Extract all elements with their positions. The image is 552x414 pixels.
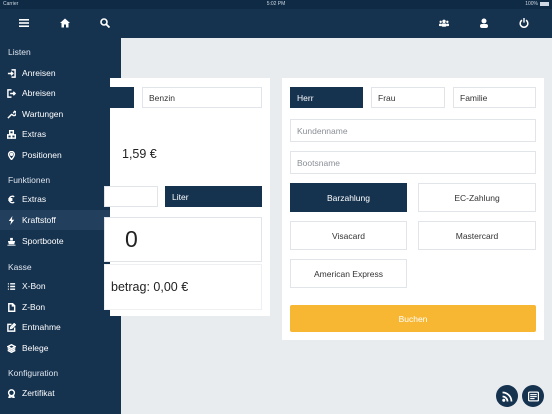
fuel-option-label: Benzin: [149, 92, 175, 103]
ship-icon: [0, 237, 22, 246]
sidebar-item-label: Wartungen: [22, 109, 64, 119]
edit-icon: [0, 322, 22, 332]
receipt-button[interactable]: [522, 385, 544, 407]
power-icon[interactable]: [516, 15, 532, 31]
booking-panel: Herr Frau Familie Kundenname Bootsname B…: [282, 78, 544, 340]
cubes-icon: [0, 129, 22, 139]
rss-icon: [501, 391, 512, 402]
home-icon[interactable]: [57, 15, 73, 31]
bolt-icon: [0, 215, 22, 225]
quantity-display[interactable]: 0: [104, 217, 262, 262]
battery-icon: [540, 2, 549, 6]
payment-visacard[interactable]: Visacard: [290, 221, 407, 250]
user-icon[interactable]: [476, 15, 492, 31]
unit-option-label: Liter: [172, 191, 189, 202]
sidebar-item-positionen[interactable]: Positionen: [0, 145, 121, 165]
sidebar-item-wartungen[interactable]: Wartungen: [0, 104, 121, 124]
sidebar-item-label: Kraftstoff: [22, 215, 56, 225]
sidebar-item-extras[interactable]: Extras: [0, 124, 121, 144]
menu-icon[interactable]: [16, 15, 32, 31]
users-icon[interactable]: [436, 15, 452, 31]
sidebar-menu: Listen Anreisen Abreisen Wartungen Extra…: [0, 38, 121, 414]
sidebar-item-anreisen[interactable]: Anreisen: [0, 63, 121, 83]
search-icon[interactable]: [97, 15, 113, 31]
sidebar-item-z-bon[interactable]: Z-Bon: [0, 297, 121, 317]
payment-label: Visacard: [332, 230, 365, 241]
price-label: 1,59 €: [122, 147, 157, 161]
buchen-button[interactable]: Buchen: [290, 305, 536, 332]
wrench-icon: [0, 110, 22, 119]
payment-american-express[interactable]: American Express: [290, 259, 407, 288]
ios-status-bar: Carrier 5:02 PM 100%: [0, 0, 552, 9]
payment-label: American Express: [314, 268, 383, 279]
sidebar-item-sportboote[interactable]: Sportboote: [0, 231, 121, 251]
unit-option-other[interactable]: [104, 186, 158, 207]
salutation-label: Frau: [378, 92, 396, 103]
euro-icon: [0, 195, 22, 204]
unit-option-liter[interactable]: Liter: [165, 186, 262, 207]
sidebar-item-label: Sportboote: [22, 236, 64, 246]
clock-label: 5:02 PM: [266, 1, 286, 7]
payment-label: Mastercard: [455, 230, 499, 241]
section-heading-funktionen: Funktionen: [8, 175, 51, 185]
sidebar-item-label: Anreisen: [22, 68, 56, 78]
sidebar-item-entnahme[interactable]: Entnahme: [0, 317, 121, 337]
salutation-label: Familie: [460, 92, 488, 103]
boat-name-placeholder: Bootsname: [297, 157, 340, 168]
salutation-frau[interactable]: Frau: [371, 87, 445, 108]
sidebar-item-extras-euro[interactable]: Extras: [0, 189, 121, 209]
sign-in-icon: [0, 68, 22, 78]
map-marker-icon: [0, 150, 22, 160]
section-heading-kasse: Kasse: [8, 262, 32, 272]
total-amount-label: betrag: 0,00 €: [111, 280, 189, 294]
sidebar-item-kraftstoff[interactable]: Kraftstoff: [0, 210, 121, 230]
sidebar-item-label: Positionen: [22, 150, 62, 160]
sidebar-item-label: X-Bon: [22, 281, 46, 291]
payment-ec-zahlung[interactable]: EC-Zahlung: [418, 183, 536, 212]
sidebar-item-label: Extras: [22, 194, 47, 204]
salutation-herr[interactable]: Herr: [290, 87, 363, 108]
customer-name-input[interactable]: Kundenname: [290, 119, 536, 142]
sidebar-item-zertifikat[interactable]: Zertifikat: [0, 383, 121, 403]
stack-icon: [0, 343, 22, 353]
list-icon: [0, 282, 22, 291]
fuel-option-selected[interactable]: [104, 87, 134, 108]
sidebar-item-label: Z-Bon: [22, 302, 46, 312]
sidebar-item-belege[interactable]: Belege: [0, 338, 121, 358]
total-display: betrag: 0,00 €: [104, 264, 262, 310]
payment-label: Barzahlung: [326, 192, 370, 203]
sidebar-item-label: Extras: [22, 129, 47, 139]
customer-name-placeholder: Kundenname: [297, 125, 348, 136]
sidebar-item-label: Entnahme: [22, 322, 61, 332]
section-heading-listen: Listen: [8, 47, 31, 57]
section-heading-konfiguration: Konfiguration: [8, 368, 59, 378]
salutation-label: Herr: [297, 92, 314, 103]
sidebar-item-label: Abreisen: [22, 88, 56, 98]
salutation-familie[interactable]: Familie: [453, 87, 536, 108]
file-icon: [0, 302, 22, 312]
sidebar-item-label: Belege: [22, 343, 49, 353]
rss-button[interactable]: [496, 385, 518, 407]
payment-barzahlung[interactable]: Barzahlung: [290, 183, 407, 212]
sidebar-item-x-bon[interactable]: X-Bon: [0, 276, 121, 296]
fuel-panel: Benzin 1,59 € Liter 0 betrag: 0,00 €: [104, 78, 270, 316]
quantity-value: 0: [125, 226, 138, 252]
boat-name-input[interactable]: Bootsname: [290, 151, 536, 174]
sidebar-item-abreisen[interactable]: Abreisen: [0, 83, 121, 103]
receipt-icon: [527, 390, 539, 402]
sign-out-icon: [0, 88, 22, 98]
certificate-icon: [0, 388, 22, 398]
fuel-option-benzin[interactable]: Benzin: [142, 87, 262, 108]
sidebar-item-label: Zertifikat: [22, 388, 55, 398]
top-navigation-bar: [0, 9, 552, 38]
payment-label: EC-Zahlung: [454, 192, 500, 203]
battery-label: 100%: [525, 1, 538, 7]
payment-mastercard[interactable]: Mastercard: [418, 221, 536, 250]
